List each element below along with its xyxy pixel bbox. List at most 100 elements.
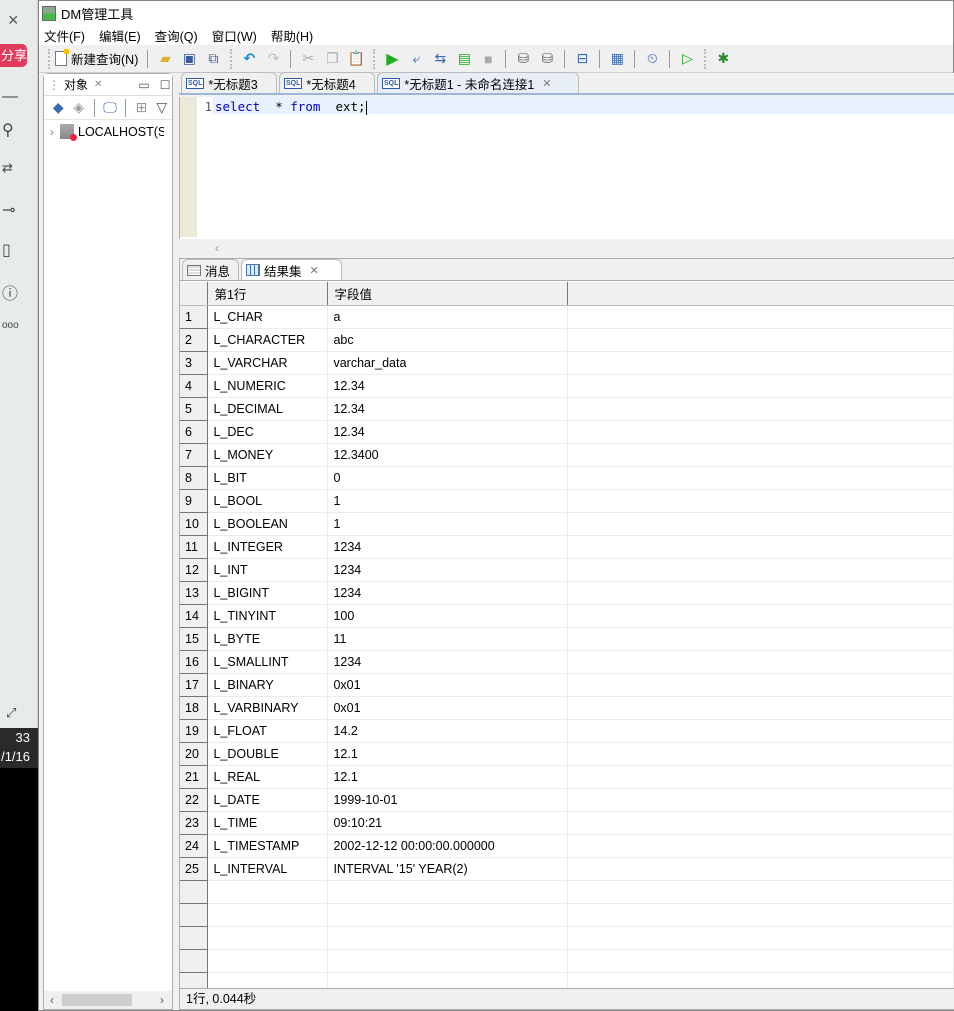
share-button[interactable]: 分享 [0, 44, 27, 67]
table-row[interactable] [180, 903, 954, 927]
row-number[interactable]: 13 [180, 581, 209, 605]
field-name-cell[interactable] [207, 949, 329, 973]
field-name-cell[interactable]: L_CHAR [207, 305, 329, 329]
row-number[interactable]: 15 [180, 627, 209, 651]
field-value-cell[interactable]: 12.1 [327, 765, 569, 789]
field-name-cell[interactable]: L_DECIMAL [207, 397, 329, 421]
row-number[interactable]: 5 [180, 397, 209, 421]
row-number[interactable]: 24 [180, 834, 209, 858]
table-row[interactable] [180, 949, 954, 973]
table-row[interactable]: 9 L_BOOL 1 [180, 489, 954, 513]
field-value-cell[interactable]: 11 [327, 627, 569, 651]
run-selection-icon[interactable]: ⇆ [429, 48, 451, 70]
paste-icon[interactable]: 📋 [345, 48, 367, 70]
row-number[interactable] [180, 880, 209, 904]
row-number[interactable]: 12 [180, 558, 209, 582]
field-value-cell[interactable]: 1234 [327, 535, 569, 559]
row-number[interactable]: 10 [180, 512, 209, 536]
table-row[interactable]: 23 L_TIME 09:10:21 [180, 811, 954, 835]
field-value-cell[interactable]: 12.34 [327, 420, 569, 444]
field-value-cell[interactable] [327, 926, 569, 950]
row-number[interactable]: 20 [180, 742, 209, 766]
table-row[interactable]: 2 L_CHARACTER abc [180, 328, 954, 352]
field-value-cell[interactable]: INTERVAL '15' YEAR(2) [327, 857, 569, 881]
row-number[interactable] [180, 949, 209, 973]
field-value-cell[interactable]: abc [327, 328, 569, 352]
view-menu-icon[interactable]: ▽ [153, 97, 171, 119]
field-name-cell[interactable] [207, 903, 329, 927]
scrollbar-thumb[interactable] [62, 994, 132, 1006]
row-number[interactable]: 25 [180, 857, 209, 881]
table-row[interactable]: 7 L_MONEY 12.3400 [180, 443, 954, 467]
row-number[interactable]: 23 [180, 811, 209, 835]
field-value-cell[interactable]: 0x01 [327, 696, 569, 720]
field-name-cell[interactable] [207, 972, 329, 988]
code-line[interactable]: select * from ext; [215, 99, 367, 115]
field-name-cell[interactable]: L_INT [207, 558, 329, 582]
book-search-icon[interactable]: ▯ [2, 240, 11, 260]
scroll-left-icon[interactable]: ‹ [50, 993, 54, 1007]
field-value-cell[interactable]: 12.3400 [327, 443, 569, 467]
field-name-cell[interactable]: L_VARBINARY [207, 696, 329, 720]
row-number[interactable]: 8 [180, 466, 209, 490]
row-number[interactable]: 9 [180, 489, 209, 513]
table-row[interactable]: 19 L_FLOAT 14.2 [180, 719, 954, 743]
field-value-cell[interactable] [327, 903, 569, 927]
table-row[interactable]: 25 L_INTERVAL INTERVAL '15' YEAR(2) [180, 857, 954, 881]
menu-window[interactable]: 窗口(W) [212, 26, 257, 45]
object-panel-tab[interactable]: 对象 [64, 76, 94, 93]
settings-slider-icon[interactable]: ⊸ [2, 200, 15, 220]
close-tab-icon[interactable]: ✕ [94, 79, 102, 90]
close-tab-icon[interactable]: ✕ [542, 77, 551, 90]
table-row[interactable]: 17 L_BINARY 0x01 [180, 673, 954, 697]
table-row[interactable]: 14 L_TINYINT 100 [180, 604, 954, 628]
table-row[interactable]: 11 L_INTEGER 1234 [180, 535, 954, 559]
history-icon[interactable]: ⊟ [571, 48, 593, 70]
field-value-cell[interactable]: varchar_data [327, 351, 569, 375]
table-row[interactable]: 22 L_DATE 1999-10-01 [180, 788, 954, 812]
close-tab-icon[interactable]: ✕ [310, 264, 319, 277]
field-value-cell[interactable] [327, 949, 569, 973]
field-value-cell[interactable]: 09:10:21 [327, 811, 569, 835]
save-icon[interactable]: ▣ [178, 48, 200, 70]
field-name-cell[interactable]: L_BIGINT [207, 581, 329, 605]
field-name-cell[interactable]: L_NUMERIC [207, 374, 329, 398]
field-name-cell[interactable]: L_BOOLEAN [207, 512, 329, 536]
field-value-cell[interactable]: 14.2 [327, 719, 569, 743]
minimize-icon[interactable]: ▭ [138, 78, 149, 92]
field-name-cell[interactable]: L_TINYINT [207, 604, 329, 628]
table-row[interactable]: 20 L_DOUBLE 12.1 [180, 742, 954, 766]
table-row[interactable] [180, 880, 954, 904]
connect-icon[interactable]: ◆ [49, 97, 67, 119]
run-line-icon[interactable]: ⤶ [405, 48, 427, 70]
run-script-icon[interactable]: ▤ [453, 48, 475, 70]
table-row[interactable]: 3 L_VARCHAR varchar_data [180, 351, 954, 375]
field-value-cell[interactable]: 12.1 [327, 742, 569, 766]
field-value-cell[interactable] [327, 880, 569, 904]
row-number[interactable] [180, 903, 209, 927]
tree-item-localhost[interactable]: › LOCALHOST(S' [44, 120, 172, 141]
collapse-all-icon[interactable]: ⊞ [132, 97, 150, 119]
field-name-cell[interactable]: L_BINARY [207, 673, 329, 697]
field-name-cell[interactable]: L_INTEGER [207, 535, 329, 559]
table-row[interactable]: 5 L_DECIMAL 12.34 [180, 397, 954, 421]
copy-icon[interactable]: ❐ [321, 48, 343, 70]
field-name-cell[interactable]: L_BIT [207, 466, 329, 490]
maximize-icon[interactable]: ☐ [160, 78, 171, 92]
field-name-cell[interactable]: L_VARCHAR [207, 351, 329, 375]
field-name-cell[interactable]: L_TIMESTAMP [207, 834, 329, 858]
field-name-cell[interactable]: L_DOUBLE [207, 742, 329, 766]
open-folder-icon[interactable]: ▰ [154, 48, 176, 70]
menu-file[interactable]: 文件(F) [44, 26, 85, 45]
table-row[interactable]: 1 L_CHAR a [180, 305, 954, 329]
help-icon[interactable]: ⓘ [2, 280, 18, 304]
field-value-cell[interactable]: 1 [327, 489, 569, 513]
row-number[interactable] [180, 926, 209, 950]
translate-icon[interactable]: ⇄ [2, 160, 13, 176]
disconnect-icon[interactable]: ◈ [69, 97, 87, 119]
undo-icon[interactable]: ↶ [238, 48, 260, 70]
table-row[interactable]: 24 L_TIMESTAMP 2002-12-12 00:00:00.000000 [180, 834, 954, 858]
row-number[interactable]: 16 [180, 650, 209, 674]
scroll-right-icon[interactable]: › [160, 993, 164, 1007]
row-number[interactable]: 1 [180, 305, 209, 329]
